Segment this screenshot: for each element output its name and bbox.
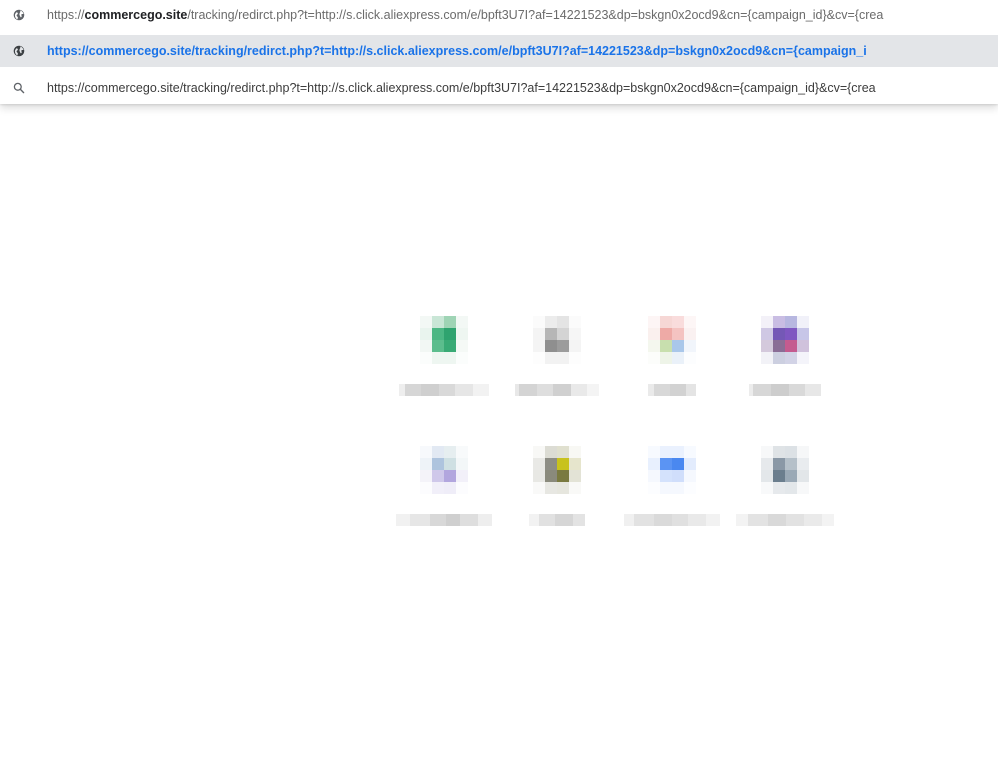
blurred-favicon-lavender bbox=[420, 446, 468, 494]
blurred-favicon-olive bbox=[533, 446, 581, 494]
search-icon bbox=[13, 82, 25, 94]
shortcut-tile[interactable] bbox=[735, 316, 835, 426]
blurred-favicon-blue bbox=[648, 446, 696, 494]
blurred-favicon-multicolor bbox=[648, 316, 696, 364]
shortcut-tile[interactable] bbox=[394, 446, 494, 556]
shortcut-tile[interactable] bbox=[735, 446, 835, 556]
url-domain: commercego.site bbox=[84, 8, 188, 22]
globe-icon bbox=[13, 45, 25, 57]
shortcut-label-blurred bbox=[749, 384, 821, 396]
suggestion-url: https://commercego.site/tracking/redirct… bbox=[47, 8, 883, 22]
shortcut-tile[interactable] bbox=[507, 446, 607, 556]
shortcut-label-blurred bbox=[515, 384, 599, 396]
shortcut-label-blurred bbox=[648, 384, 696, 396]
shortcut-tile[interactable] bbox=[394, 316, 494, 426]
shortcut-label-blurred bbox=[624, 514, 720, 526]
shortcut-tile[interactable] bbox=[507, 316, 607, 426]
omnibox-suggestions-dropdown: https://commercego.site/tracking/redirct… bbox=[0, 0, 998, 104]
blurred-favicon-purple bbox=[761, 316, 809, 364]
globe-icon bbox=[13, 9, 25, 21]
shortcut-tile[interactable] bbox=[622, 446, 722, 556]
blurred-favicon-green bbox=[420, 316, 468, 364]
shortcut-label-blurred bbox=[736, 514, 834, 526]
suggestion-url: https://commercego.site/tracking/redirct… bbox=[47, 81, 876, 95]
suggestion-row-selected[interactable]: https://commercego.site/tracking/redirct… bbox=[0, 35, 998, 67]
suggestion-row-search[interactable]: https://commercego.site/tracking/redirct… bbox=[0, 72, 998, 104]
shortcut-tile[interactable] bbox=[622, 316, 722, 426]
suggestion-row-history[interactable]: https://commercego.site/tracking/redirct… bbox=[0, 0, 998, 30]
blurred-favicon-gray bbox=[533, 316, 581, 364]
shortcut-label-blurred bbox=[529, 514, 585, 526]
url-path: /tracking/redirct.php?t=http://s.click.a… bbox=[187, 8, 884, 22]
blurred-favicon-slate bbox=[761, 446, 809, 494]
shortcut-label-blurred bbox=[396, 514, 492, 526]
shortcut-grid bbox=[0, 0, 998, 773]
shortcut-label-blurred bbox=[399, 384, 489, 396]
url-scheme: https:// bbox=[47, 8, 85, 22]
suggestion-url: https://commercego.site/tracking/redirct… bbox=[47, 44, 867, 58]
